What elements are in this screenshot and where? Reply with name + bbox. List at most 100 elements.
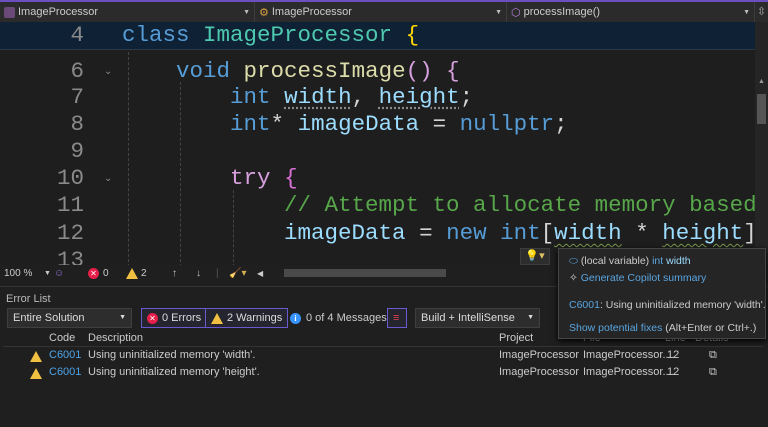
method-icon: ⬡ — [511, 6, 521, 19]
project: ImageProcessor — [499, 366, 580, 378]
warnings-filter-button[interactable]: 2 Warnings — [205, 308, 289, 328]
line-number: 13 — [56, 247, 84, 265]
token: [ — [540, 220, 555, 246]
chevron-down-icon: ▼ — [495, 8, 502, 16]
line: 12 — [667, 366, 680, 378]
potential-fixes: Show potential fixes (Alt+Enter or Ctrl+… — [569, 322, 756, 334]
column-code[interactable]: Code — [49, 332, 75, 344]
copilot-icon[interactable]: ☺ — [54, 268, 64, 279]
token: try — [230, 165, 271, 191]
messages-filter-button[interactable]: i 0 of 4 Messages — [290, 308, 387, 328]
line-number: 10 — [56, 165, 84, 191]
sticky-scroll-header[interactable]: 4 class ImageProcessor { — [0, 22, 755, 50]
token: processImage — [243, 58, 406, 84]
copilot-summary-link[interactable]: ✧ Generate Copilot summary — [569, 272, 706, 284]
arrow-up-icon[interactable]: ↑ — [172, 268, 177, 279]
messages-label: 0 of 4 Messages — [306, 312, 387, 324]
table-row[interactable]: C6001 Using uninitialized memory 'width'… — [3, 349, 763, 366]
token: { — [446, 58, 460, 84]
token: int — [230, 84, 271, 110]
zoom-level[interactable]: 100 % — [4, 268, 32, 279]
diagnostic-code-link[interactable]: C6001 — [569, 299, 600, 311]
description: Using uninitialized memory 'height'. — [88, 366, 260, 378]
warning-icon — [30, 351, 42, 362]
line: 12 — [667, 349, 680, 361]
token: = — [419, 220, 433, 246]
divider: | — [216, 267, 219, 279]
token: imageData — [297, 111, 420, 137]
show-fixes-link[interactable]: Show potential fixes — [569, 322, 662, 334]
fold-chevron-icon[interactable]: ⌄ — [104, 165, 112, 192]
token: { — [284, 165, 298, 191]
vertical-scrollbar[interactable]: ▲ — [755, 22, 768, 265]
project: ImageProcessor — [499, 349, 580, 361]
project-dropdown[interactable]: ImageProcessor ▼ — [0, 2, 255, 22]
warning-icon — [30, 368, 42, 379]
chevron-down-icon: ▼ — [243, 8, 250, 16]
scrollbar-thumb[interactable] — [757, 94, 766, 124]
symbol-name: width — [666, 255, 691, 267]
token: ; — [554, 111, 568, 137]
line-number: 7 — [70, 84, 84, 110]
error-code-link[interactable]: C6001 — [49, 349, 81, 361]
source-dropdown[interactable]: Build + IntelliSense ▼ — [415, 308, 540, 328]
split-icon[interactable]: ⇳ — [755, 2, 768, 22]
lightbulb-button[interactable]: 💡▾ — [520, 248, 550, 265]
member-dropdown[interactable]: ⬡ processImage() ▼ — [507, 2, 755, 22]
scope-dropdown[interactable]: Entire Solution ▼ — [7, 308, 132, 328]
error-code-link[interactable]: C6001 — [49, 366, 81, 378]
details-icon[interactable]: ⧉ — [709, 349, 717, 362]
chevron-down-icon[interactable]: ▼ — [44, 270, 51, 277]
warning-token[interactable]: height — [662, 220, 743, 246]
error-count[interactable]: 0 — [103, 268, 109, 279]
token: () — [405, 58, 433, 84]
token: ; — [459, 84, 474, 110]
copilot-sparkle-icon: ✧ — [569, 272, 578, 284]
error-icon: ✕ — [88, 267, 99, 279]
copilot-summary-label: Generate Copilot summary — [580, 272, 707, 284]
table-row[interactable]: C6001 Using uninitialized memory 'height… — [3, 366, 763, 383]
errors-filter-button[interactable]: ✕ 0 Errors — [141, 308, 208, 328]
warning-token[interactable]: width — [554, 220, 622, 246]
token: height — [378, 84, 460, 110]
warnings-label: 2 Warnings — [227, 312, 283, 324]
chevron-down-icon: ▼ — [527, 314, 534, 321]
token: = — [432, 111, 447, 137]
fold-chevron-icon[interactable]: ⌄ — [104, 58, 112, 85]
warning-count[interactable]: 2 — [141, 268, 147, 279]
description: Using uninitialized memory 'width'. — [88, 349, 256, 361]
chevron-down-icon: ▼ — [743, 8, 750, 16]
symbol-kind: (local variable) — [580, 255, 650, 267]
line-number: 4 — [70, 22, 84, 48]
file: ImageProcessor.... — [583, 349, 675, 361]
project-label: ImageProcessor — [18, 6, 99, 18]
file: ImageProcessor.... — [583, 366, 675, 378]
details-icon[interactable]: ⧉ — [709, 366, 717, 379]
horizontal-scrollbar[interactable] — [284, 269, 446, 277]
scroll-left-icon[interactable]: ◀ — [257, 269, 263, 278]
arrow-down-icon[interactable]: ↓ — [196, 268, 201, 279]
class-dropdown[interactable]: ⚙ ImageProcessor ▼ — [255, 2, 507, 22]
token: nullptr — [459, 111, 555, 137]
error-icon: ✕ — [147, 312, 158, 324]
token: int — [500, 220, 541, 246]
token: { — [405, 22, 420, 48]
scope-label: Entire Solution — [13, 312, 85, 324]
project-icon — [4, 6, 15, 18]
token: ImageProcessor — [203, 22, 393, 48]
line-number: 8 — [70, 111, 84, 137]
column-project[interactable]: Project — [499, 332, 533, 344]
code-editor[interactable]: 4 class ImageProcessor { 6 ⌄ void processI… — [0, 22, 768, 265]
column-description[interactable]: Description — [88, 332, 143, 344]
diagnostic-text: : Using uninitialized memory 'width'. — [599, 299, 766, 311]
variable-icon: ⬭ — [569, 255, 578, 267]
code-cleanup-icon[interactable]: 🧹▾ — [229, 268, 246, 279]
warning-icon — [211, 312, 223, 324]
token: , — [351, 84, 366, 110]
info-icon: i — [290, 312, 301, 324]
symbol-info: ⬭ (local variable) int width — [569, 255, 691, 268]
filter-toggle-button[interactable]: ≡ — [387, 308, 407, 328]
warning-icon — [126, 268, 138, 279]
member-label: processImage() — [523, 6, 601, 18]
token: new — [446, 220, 487, 246]
